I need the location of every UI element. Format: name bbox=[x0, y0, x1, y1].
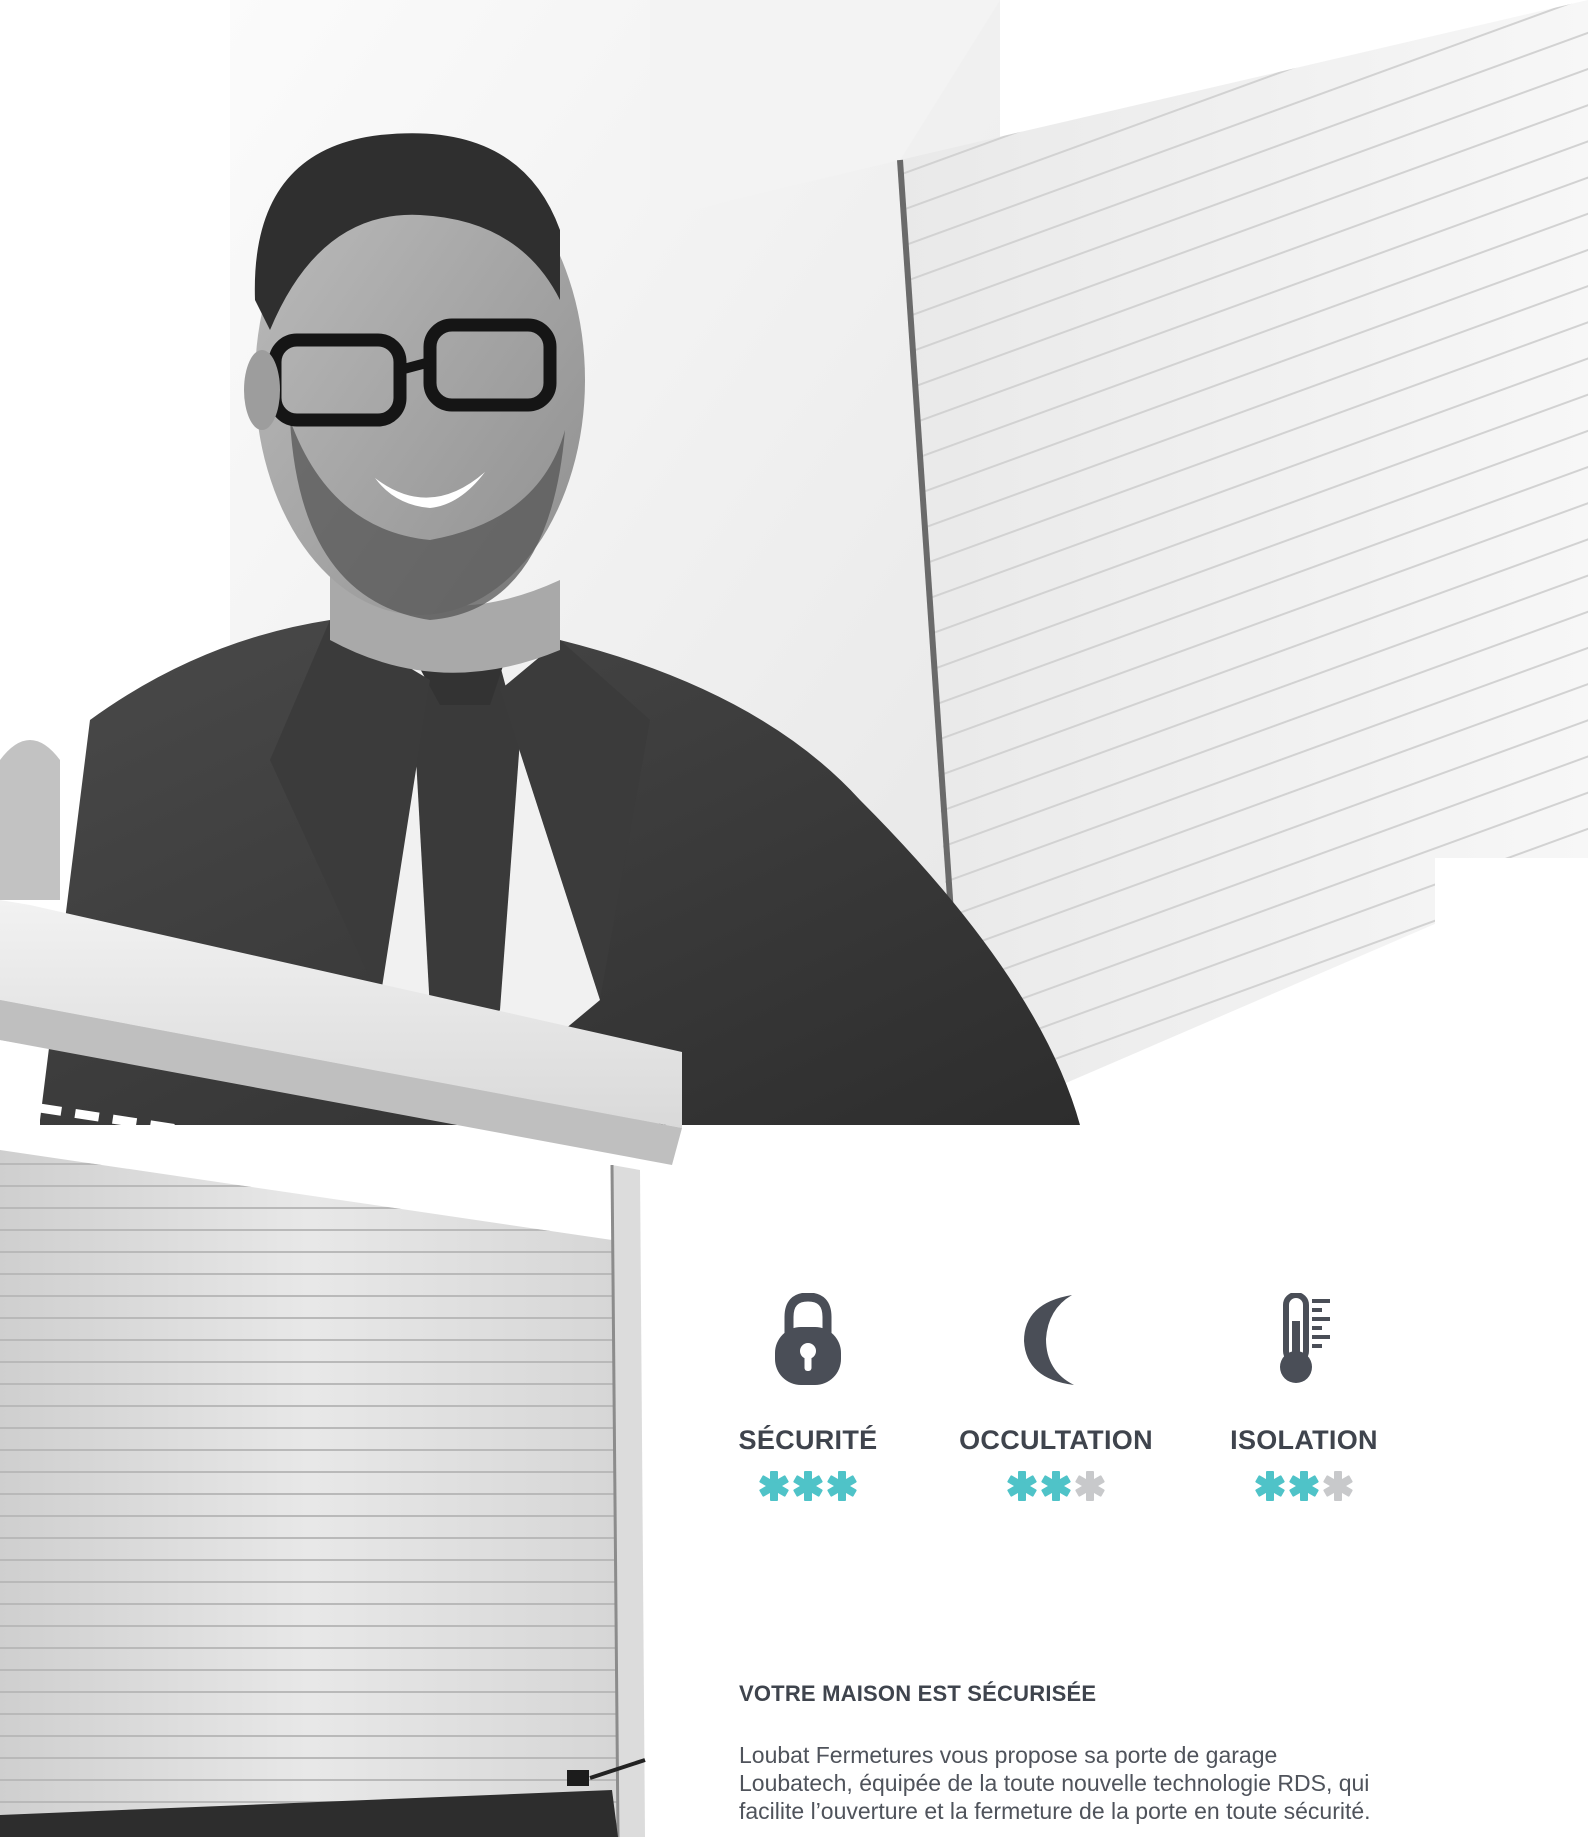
star-icon bbox=[1255, 1471, 1285, 1501]
content-section: VOTRE MAISON EST SÉCURISÉE Loubat Fermet… bbox=[739, 1681, 1379, 1825]
feature-label: ISOLATION bbox=[1230, 1425, 1378, 1455]
star-icon bbox=[1007, 1471, 1037, 1501]
star-icon bbox=[793, 1471, 823, 1501]
section-paragraph: Loubat Fermetures vous propose sa porte … bbox=[739, 1742, 1371, 1824]
star-icon bbox=[1289, 1471, 1319, 1501]
white-panel bbox=[1435, 858, 1588, 1837]
rating-stars bbox=[936, 1470, 1176, 1502]
rating-stars bbox=[688, 1470, 928, 1502]
star-icon bbox=[827, 1471, 857, 1501]
star-icon bbox=[1323, 1471, 1353, 1501]
section-heading: VOTRE MAISON EST SÉCURISÉE bbox=[739, 1681, 1097, 1706]
feature-label: SÉCURITÉ bbox=[738, 1425, 878, 1455]
features-row: SÉCURITÉ OCCULTATION ISOLATION bbox=[718, 1285, 1398, 1535]
feature-isolation: ISOLATION bbox=[1184, 1285, 1424, 1502]
moon-icon bbox=[936, 1285, 1176, 1385]
padlock-icon bbox=[688, 1285, 928, 1385]
feature-label: OCCULTATION bbox=[959, 1425, 1153, 1455]
hero-photo bbox=[0, 0, 1588, 1837]
feature-occultation: OCCULTATION bbox=[936, 1285, 1176, 1502]
star-icon bbox=[759, 1471, 789, 1501]
star-icon bbox=[1075, 1471, 1105, 1501]
rating-stars bbox=[1184, 1470, 1424, 1502]
star-icon bbox=[1041, 1471, 1071, 1501]
thermometer-icon bbox=[1184, 1285, 1424, 1385]
feature-security: SÉCURITÉ bbox=[688, 1285, 928, 1502]
